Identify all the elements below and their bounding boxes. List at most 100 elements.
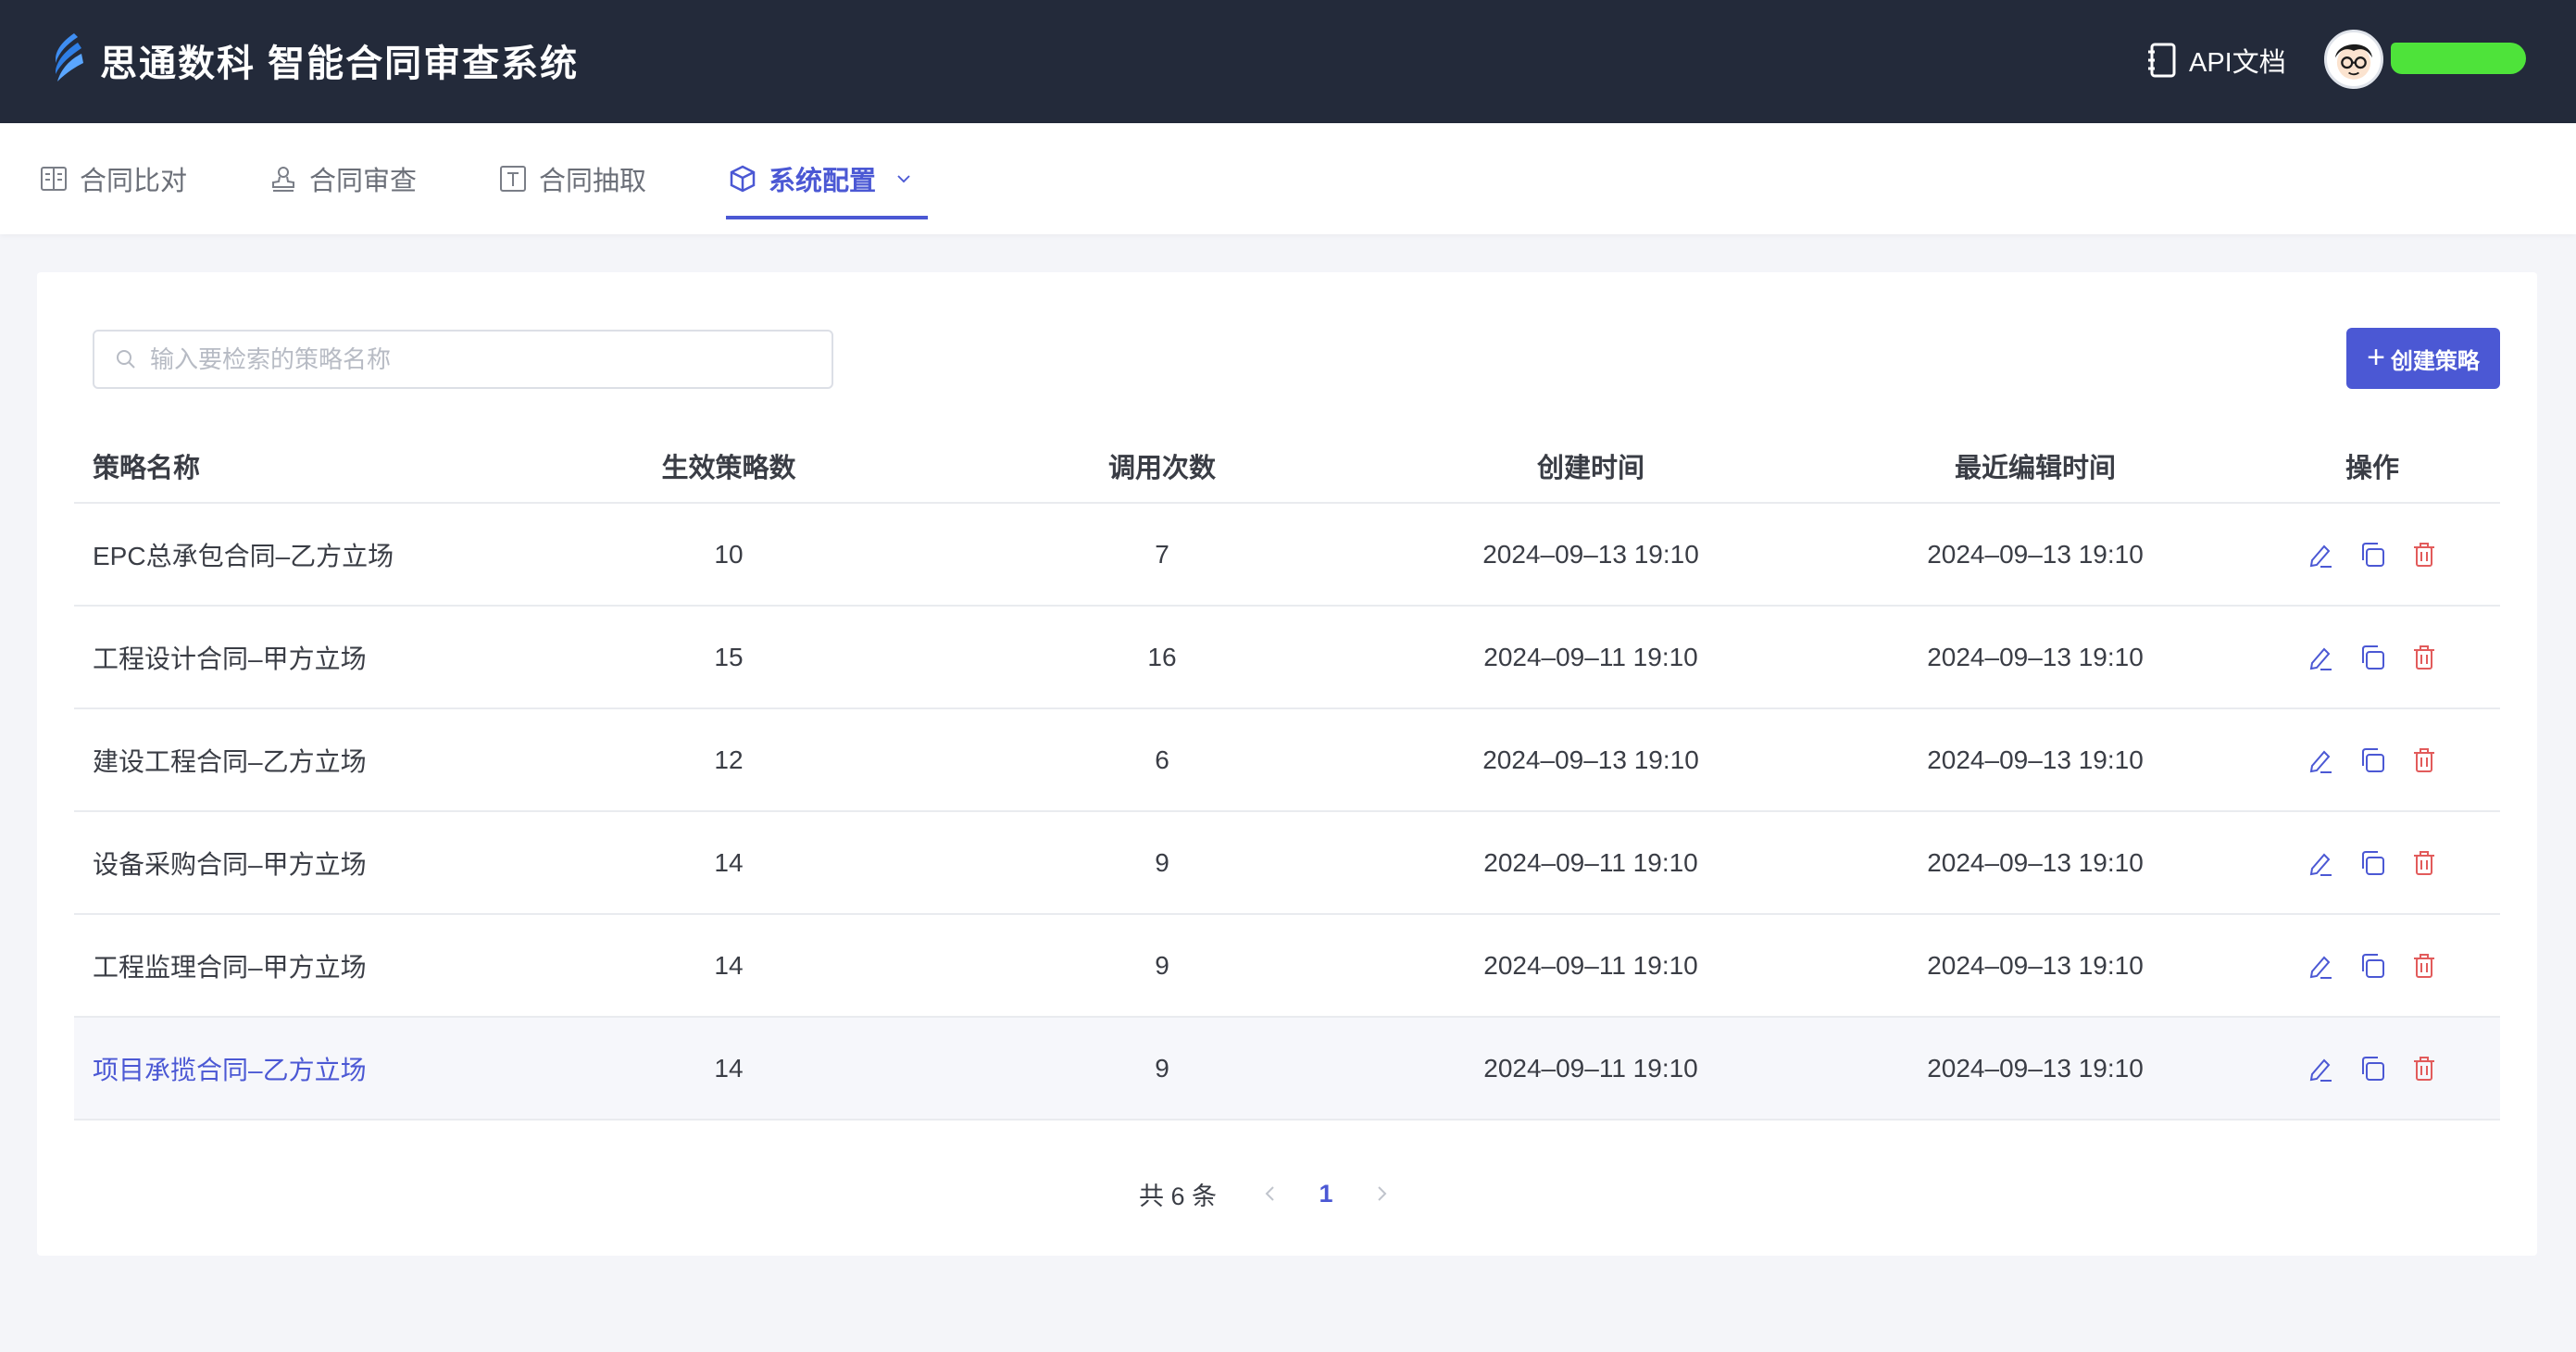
- delete-icon[interactable]: [2409, 745, 2439, 775]
- active-tab-indicator: [726, 216, 928, 219]
- strategy-list-card: + 创建策略 策略名称 生效策略数 调用次数 创建时间 最近编辑时间 操作 EP…: [37, 272, 2537, 1256]
- search-field[interactable]: [93, 330, 833, 389]
- row-actions: [2289, 540, 2456, 570]
- chevron-down-icon[interactable]: [893, 168, 915, 190]
- edit-icon[interactable]: [2306, 540, 2335, 570]
- strategy-name[interactable]: 建设工程合同–乙方立场: [74, 742, 556, 779]
- strategy-name[interactable]: 项目承揽合同–乙方立场: [74, 1050, 556, 1087]
- nav-contract-review[interactable]: 合同审查: [269, 123, 417, 234]
- nav-label: 合同比对: [80, 167, 188, 196]
- table-row[interactable]: 工程监理合同–甲方立场 14 9 2024–09–11 19:10 2024–09–13…: [74, 915, 2500, 1018]
- edited-time: 2024–09–13 19:10: [1927, 847, 2144, 877]
- edited-time: 2024–09–13 19:10: [1927, 745, 2144, 774]
- edited-time: 2024–09–13 19:10: [1927, 950, 2144, 980]
- app-title: 思通数科 智能合同审查系统: [100, 44, 580, 84]
- col-header-edited: 最近编辑时间: [1954, 454, 2116, 483]
- row-actions: [2289, 745, 2456, 775]
- effective-count: 10: [714, 539, 744, 569]
- table-row[interactable]: 工程设计合同–甲方立场 15 16 2024–09–11 19:10 2024–09–1…: [74, 607, 2500, 709]
- created-time: 2024–09–11 19:10: [1483, 950, 1698, 980]
- cartoon-face-icon: [2335, 44, 2372, 80]
- effective-count: 15: [714, 642, 744, 671]
- avatar[interactable]: [2324, 30, 2383, 89]
- row-actions: [2289, 643, 2456, 672]
- create-strategy-button[interactable]: + 创建策略: [2346, 328, 2500, 389]
- nav-contract-extract[interactable]: 合同抽取: [498, 123, 646, 234]
- edit-icon[interactable]: [2306, 643, 2335, 672]
- delete-icon[interactable]: [2409, 951, 2439, 981]
- nav-contract-compare[interactable]: 合同比对: [39, 123, 187, 234]
- effective-count: 14: [714, 950, 744, 980]
- created-time: 2024–09–13 19:10: [1482, 745, 1699, 774]
- effective-count: 12: [714, 745, 744, 774]
- table-row[interactable]: 设备采购合同–甲方立场 14 9 2024–09–11 19:10 2024–09–13…: [74, 812, 2500, 915]
- logo-icon: [56, 33, 83, 81]
- strategy-name[interactable]: EPC总承包合同–乙方立场: [74, 536, 556, 573]
- created-time: 2024–09–11 19:10: [1483, 642, 1698, 671]
- search-icon: [117, 350, 135, 369]
- created-time: 2024–09–11 19:10: [1483, 1053, 1698, 1083]
- prev-page-icon[interactable]: [1254, 1177, 1287, 1210]
- api-doc-label: API文档: [2189, 48, 2286, 78]
- table-header: 策略名称 生效策略数 调用次数 创建时间 最近编辑时间 操作: [74, 430, 2500, 504]
- delete-icon[interactable]: [2409, 540, 2439, 570]
- edit-icon[interactable]: [2306, 1054, 2335, 1083]
- copy-icon[interactable]: [2357, 848, 2387, 878]
- stamp-icon: [272, 167, 294, 192]
- box-config-icon: [730, 165, 756, 193]
- copy-icon[interactable]: [2357, 951, 2387, 981]
- table-row[interactable]: EPC总承包合同–乙方立场 10 7 2024–09–13 19:10 2024–09–…: [74, 504, 2500, 607]
- table-row[interactable]: 建设工程合同–乙方立场 12 6 2024–09–13 19:10 2024–09–13…: [74, 709, 2500, 812]
- notebook-icon: [2148, 43, 2176, 78]
- table-body: EPC总承包合同–乙方立场 10 7 2024–09–13 19:10 2024–09–…: [74, 504, 2500, 1120]
- row-actions: [2289, 1054, 2456, 1083]
- delete-icon[interactable]: [2409, 643, 2439, 672]
- pagination: 共 6 条 1: [1139, 1170, 1398, 1217]
- user-name-redacted[interactable]: [2391, 43, 2526, 74]
- call-count: 6: [1155, 745, 1169, 774]
- strategy-name[interactable]: 设备采购合同–甲方立场: [74, 845, 556, 882]
- text-extract-icon: [500, 166, 526, 192]
- col-header-name: 策略名称: [93, 454, 201, 483]
- copy-icon[interactable]: [2357, 643, 2387, 672]
- nav-label: 合同抽取: [539, 167, 647, 196]
- col-header-actions: 操作: [2345, 454, 2399, 483]
- delete-icon[interactable]: [2409, 1054, 2439, 1083]
- call-count: 9: [1155, 1053, 1169, 1083]
- strategy-name[interactable]: 工程设计合同–甲方立场: [74, 639, 556, 676]
- col-header-effective: 生效策略数: [661, 454, 796, 483]
- col-header-calls: 调用次数: [1107, 454, 1216, 483]
- call-count: 9: [1155, 847, 1169, 877]
- create-strategy-label: 创建策略: [2390, 348, 2480, 374]
- edit-icon[interactable]: [2306, 745, 2335, 775]
- table-row[interactable]: 项目承揽合同–乙方立场 14 9 2024–09–11 19:10 2024–09–13…: [74, 1018, 2500, 1120]
- created-time: 2024–09–13 19:10: [1482, 539, 1699, 569]
- nav-label: 系统配置: [769, 167, 877, 196]
- search-input[interactable]: [150, 344, 798, 374]
- page-number[interactable]: 1: [1287, 1180, 1365, 1208]
- next-page-icon[interactable]: [1365, 1177, 1398, 1210]
- compare-doc-icon: [41, 167, 67, 191]
- copy-icon[interactable]: [2357, 1054, 2387, 1083]
- edited-time: 2024–09–13 19:10: [1927, 642, 2144, 671]
- effective-count: 14: [714, 847, 744, 877]
- module-nav: 合同比对 合同审查 合同抽取 系统配置: [0, 123, 2576, 234]
- copy-icon[interactable]: [2357, 745, 2387, 775]
- strategy-table: 策略名称 生效策略数 调用次数 创建时间 最近编辑时间 操作 EPC总承包合同–…: [74, 430, 2500, 1120]
- call-count: 7: [1155, 539, 1169, 569]
- nav-label: 合同审查: [309, 167, 418, 196]
- strategy-name[interactable]: 工程监理合同–甲方立场: [74, 947, 556, 984]
- row-actions: [2289, 951, 2456, 981]
- call-count: 9: [1155, 950, 1169, 980]
- col-header-created: 创建时间: [1536, 454, 1644, 483]
- edit-icon[interactable]: [2306, 848, 2335, 878]
- delete-icon[interactable]: [2409, 848, 2439, 878]
- plus-icon: +: [2367, 339, 2385, 375]
- api-doc-link[interactable]: API文档: [2146, 37, 2286, 83]
- edit-icon[interactable]: [2306, 951, 2335, 981]
- row-actions: [2289, 848, 2456, 878]
- edited-time: 2024–09–13 19:10: [1927, 539, 2144, 569]
- total-count: 共 6 条: [1139, 1182, 1218, 1210]
- copy-icon[interactable]: [2357, 540, 2387, 570]
- created-time: 2024–09–11 19:10: [1483, 847, 1698, 877]
